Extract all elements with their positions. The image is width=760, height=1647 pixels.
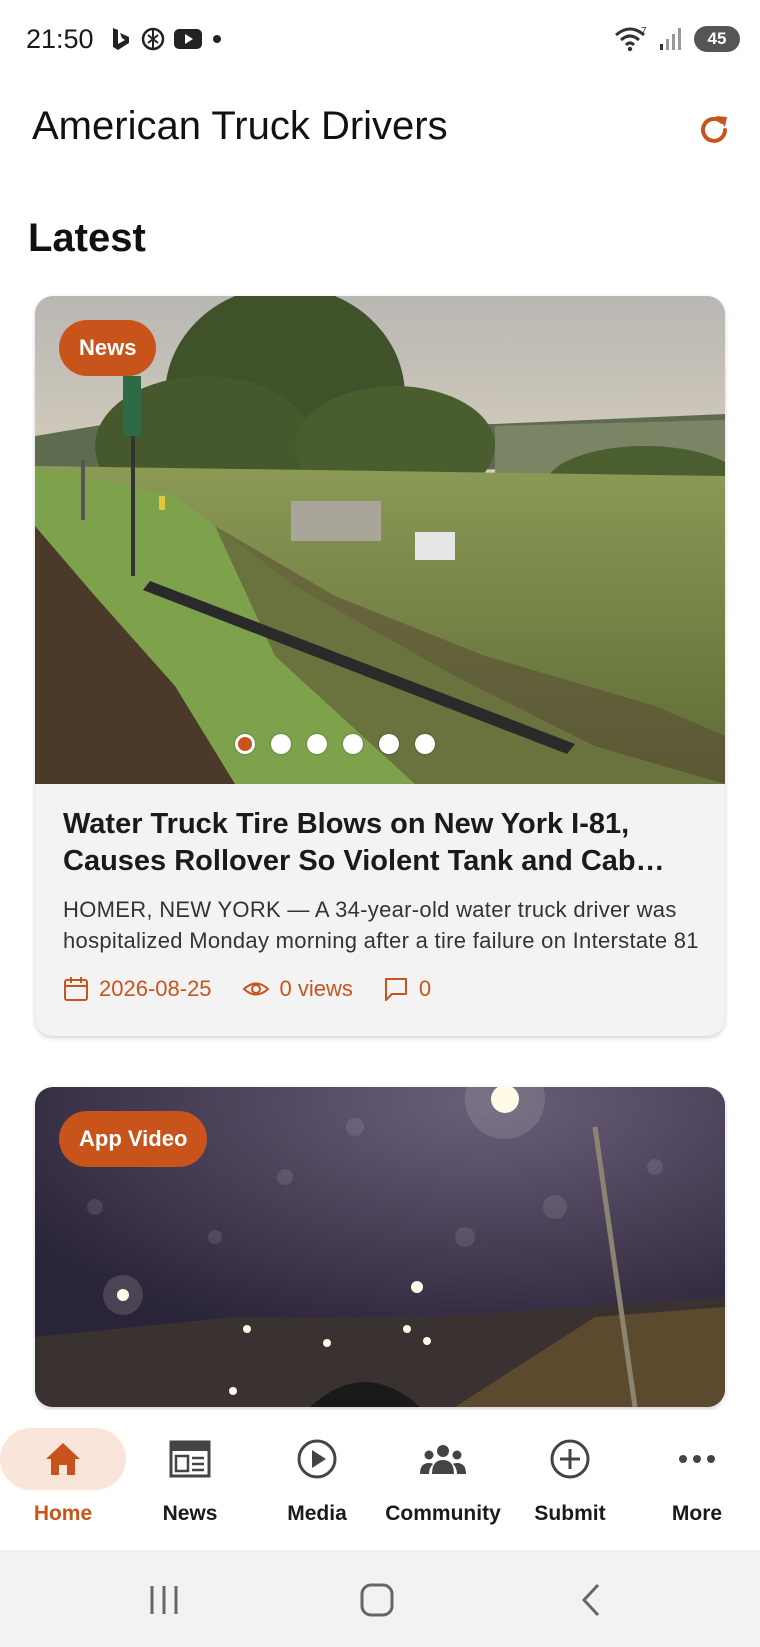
- youtube-icon: [174, 28, 202, 50]
- comments-meta[interactable]: 0: [383, 976, 431, 1002]
- nav-item-submit[interactable]: Submit: [507, 1428, 633, 1538]
- bing-icon: [110, 26, 132, 52]
- nav-icon-container: [254, 1428, 380, 1490]
- nav-icon-container: [0, 1428, 126, 1490]
- carousel-dot[interactable]: [379, 734, 399, 754]
- article-body: Water Truck Tire Blows on New York I-81,…: [63, 806, 703, 1002]
- back-icon: [581, 1583, 600, 1617]
- nav-label: More: [671, 1502, 723, 1525]
- nav-label: News: [162, 1502, 218, 1525]
- home-square-icon: [360, 1583, 394, 1617]
- nav-item-media[interactable]: Media: [254, 1428, 380, 1538]
- more-icon: [679, 1455, 715, 1463]
- article-comments: 0: [418, 976, 432, 1001]
- nav-item-more[interactable]: More: [634, 1428, 760, 1538]
- carousel-dot[interactable]: [235, 734, 255, 754]
- article-title[interactable]: Water Truck Tire Blows on New York I-81,…: [63, 806, 703, 880]
- status-time: 21:50: [26, 24, 94, 54]
- dot-icon: [210, 32, 224, 46]
- video-thumbnail[interactable]: App Video: [35, 1087, 725, 1407]
- nav-icon-container: [634, 1428, 760, 1490]
- nav-label: Submit: [534, 1502, 606, 1525]
- newspaper-icon: [169, 1440, 211, 1478]
- views-meta: 0 views: [242, 976, 353, 1002]
- category-badge: App Video: [59, 1111, 208, 1167]
- nav-item-news[interactable]: News: [127, 1428, 253, 1538]
- article-card[interactable]: News Water Truck Tire Blows on New York …: [35, 296, 725, 1036]
- section-title: Latest: [28, 216, 146, 260]
- system-status-icons: 7 45: [614, 26, 740, 52]
- battery-icon: 45: [694, 26, 740, 52]
- article-views: 0 views: [279, 976, 353, 1001]
- status-bar: 21:50 7 45: [0, 0, 760, 86]
- home-icon: [46, 1443, 80, 1475]
- nav-icon-container: [127, 1428, 253, 1490]
- article-meta: 2026-08-25 0 views 0: [63, 976, 703, 1002]
- recent-apps-button[interactable]: [139, 1578, 189, 1622]
- svg-text:7: 7: [641, 26, 647, 37]
- article-image[interactable]: News: [35, 296, 725, 784]
- category-badge: News: [59, 320, 157, 376]
- nav-label: Media: [287, 1502, 347, 1525]
- carousel-dot[interactable]: [307, 734, 327, 754]
- carousel-dot[interactable]: [415, 734, 435, 754]
- bottom-navigation: Home News Media Community Submit More: [0, 1410, 760, 1550]
- people-icon: [420, 1445, 466, 1474]
- recent-apps-icon: [150, 1586, 178, 1614]
- refresh-button[interactable]: [692, 108, 736, 152]
- nav-item-community[interactable]: Community: [380, 1428, 506, 1538]
- nav-icon-container: [380, 1428, 506, 1490]
- carousel-dot[interactable]: [271, 734, 291, 754]
- wifi-icon: 7: [614, 26, 648, 52]
- carousel-dot[interactable]: [343, 734, 363, 754]
- home-system-button[interactable]: [352, 1578, 402, 1622]
- refresh-icon: [701, 116, 727, 143]
- calendar-icon: [64, 977, 88, 1001]
- article-card[interactable]: App Video: [35, 1087, 725, 1407]
- notification-icons: [110, 26, 224, 52]
- nav-icon-container: [507, 1428, 633, 1490]
- plus-circle-icon: [550, 1439, 590, 1479]
- nav-label: Community: [385, 1502, 501, 1525]
- article-excerpt: HOMER, NEW YORK — A 34-year-old water tr…: [63, 897, 699, 953]
- chatgpt-icon: [140, 26, 166, 52]
- app-title: American Truck Drivers: [32, 104, 448, 148]
- carousel-indicator[interactable]: [35, 734, 725, 754]
- nav-item-home[interactable]: Home: [0, 1428, 126, 1538]
- article-date: 2026-08-25: [99, 976, 212, 1001]
- system-navigation-bar: [0, 1550, 760, 1647]
- signal-icon: [658, 26, 684, 52]
- back-button[interactable]: [566, 1578, 616, 1622]
- nav-label: Home: [33, 1502, 93, 1525]
- play-icon: [297, 1439, 337, 1479]
- date-meta: 2026-08-25: [63, 976, 212, 1002]
- comment-icon: [384, 978, 407, 1001]
- eye-icon: [242, 982, 270, 996]
